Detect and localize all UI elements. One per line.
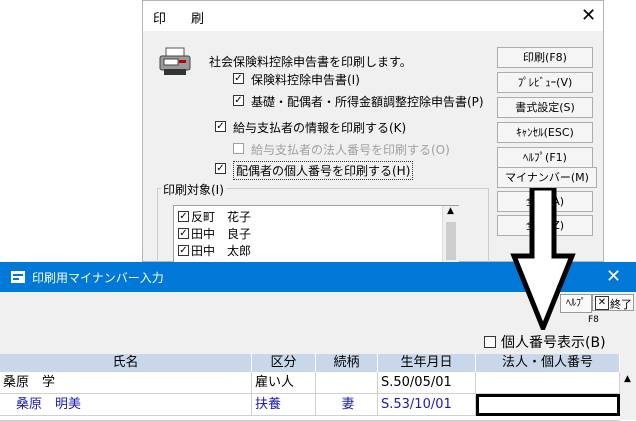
print-button[interactable]: 印刷(F8) [497,47,593,68]
close-icon[interactable]: ✕ [606,268,621,286]
show-number-checkbox[interactable] [484,336,496,348]
down-arrow-icon [510,188,576,330]
table-row[interactable]: 桑原 明美 扶養 妻 S.53/10/01 [0,394,620,416]
scroll-up-icon[interactable]: ▲ [447,206,454,216]
target-checkbox[interactable]: ✓ [178,211,189,222]
cell-number-input[interactable] [476,394,620,416]
target-name: 田中 良子 [191,227,252,241]
cell-number[interactable] [476,372,620,394]
option-checkbox[interactable]: ✓ [215,163,226,174]
column-header-birth[interactable]: 生年月日 [378,354,476,372]
app-icon [11,271,25,283]
close-icon[interactable]: ✕ [581,7,596,25]
mynumber-dialog-title: 印刷用マイナンバー入力 [32,271,164,285]
print-dialog-titlebar: 印 刷 ✕ [143,1,603,31]
table-row [0,416,620,421]
cancel-button[interactable]: ｷｬﾝｾﾙ(ESC) [497,122,593,143]
column-header-relation[interactable]: 続柄 [316,354,378,372]
option-checkbox[interactable] [233,143,244,154]
column-header-number[interactable]: 法人・個人番号 [476,354,620,372]
option-label: 給与支払者の情報を印刷する(K) [233,121,407,135]
exit-button[interactable]: ✕ 終了 [592,294,634,311]
cell-birth: S.50/05/01 [378,372,476,394]
cell-kubun: 扶養 [252,394,316,416]
target-checkbox[interactable]: ✓ [178,228,189,239]
cell-name: 桑原 学 [0,372,252,394]
target-checkbox[interactable]: ✓ [178,245,189,256]
option-label: 給与支払者の法人番号を印刷する(O) [251,143,450,157]
exit-shortcut: F8 [588,315,599,325]
mynumber-button[interactable]: マイナンバー(M) [497,167,597,188]
help-button[interactable]: ﾍﾙﾌﾟ(F1) [497,147,593,168]
list-scrollbar[interactable]: ▲ [442,206,459,262]
option-label: 保険料控除申告書(I) [251,73,360,87]
format-settings-button[interactable]: 書式設定(S) [497,97,593,118]
target-name: 反町 花子 [191,210,252,224]
show-number-label: 個人番号表示(B) [501,335,606,351]
preview-button[interactable]: ﾌﾟﾚﾋﾞｭｰ(V) [497,72,593,93]
cell-kubun: 雇い人 [252,372,316,394]
target-name: 田中 太郎 [191,244,252,258]
cell-relation [316,372,378,394]
print-target-list[interactable]: ✓ 反町 花子 ✓ 田中 良子 ✓ 田中 太郎 ▲ [173,205,459,263]
print-dialog-title: 印 刷 [153,12,211,27]
table-row[interactable]: 桑原 学 雇い人 S.50/05/01 [0,372,620,394]
column-header-kubun[interactable]: 区分 [252,354,316,372]
scroll-thumb[interactable] [446,222,456,260]
close-box-icon: ✕ [595,296,609,310]
print-message: 社会保険料控除申告書を印刷します。 [209,55,412,69]
cell-birth: S.53/10/01 [378,394,476,416]
grid-scrollbar[interactable]: ▲ [620,372,636,420]
printer-icon [159,47,191,75]
option-label: 基礎・配偶者・所得金額調整控除申告書(P) [251,95,484,109]
cell-name: 桑原 明美 [0,394,252,416]
option-checkbox[interactable]: ✓ [215,121,226,132]
cell-relation: 妻 [316,394,378,416]
exit-label: 終了 [610,298,632,311]
option-label: 配偶者の個人番号を印刷する(H) [233,161,414,180]
column-header-name[interactable]: 氏名 [0,354,252,372]
option-checkbox[interactable]: ✓ [233,95,244,106]
option-checkbox[interactable]: ✓ [233,73,244,84]
scroll-up-icon[interactable]: ▲ [624,374,631,384]
print-target-label: 印刷対象(I) [161,181,226,198]
